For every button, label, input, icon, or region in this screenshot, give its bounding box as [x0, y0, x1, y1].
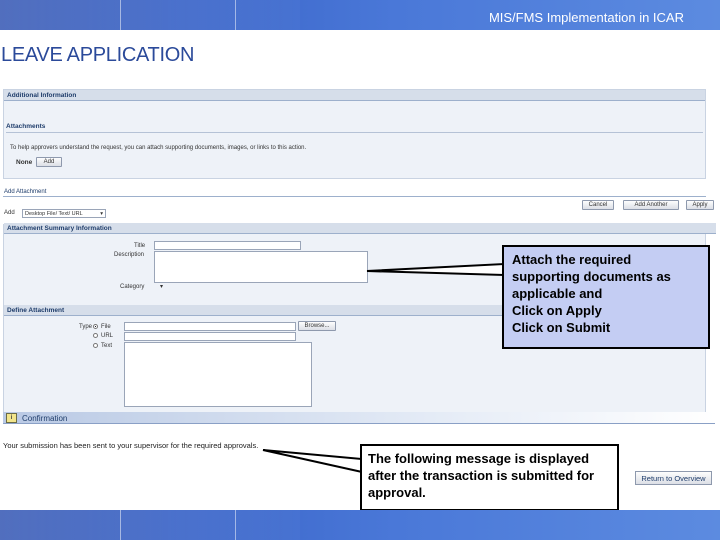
add-label: Add [4, 210, 15, 216]
return-to-overview-button[interactable]: Return to Overview [635, 471, 712, 485]
chevron-down-icon: ▾ [100, 211, 103, 217]
banner-divider [120, 0, 121, 30]
attachment-type-value: Desktop File/ Text/ URL [25, 211, 83, 217]
type-url-radio[interactable] [93, 333, 98, 338]
add-attachment-title: Add Attachment [4, 189, 47, 195]
divider [3, 196, 706, 197]
additional-information-panel: Additional Information Attachments To he… [3, 89, 706, 179]
add-attachment-button[interactable]: Add [36, 157, 62, 167]
callout-text: after the transaction is submitted for [368, 468, 595, 483]
title-label: Title [134, 243, 146, 249]
none-label: None [16, 159, 33, 166]
callout-text: approval. [368, 485, 426, 500]
attachments-title: Attachments [6, 123, 46, 130]
attachment-summary-header: Attachment Summary Information [4, 223, 716, 234]
callout-text: applicable and [512, 286, 603, 301]
bottom-banner [0, 510, 720, 540]
description-textarea[interactable] [154, 251, 368, 283]
callout-text: Click on Apply [512, 303, 602, 318]
cancel-button[interactable]: Cancel [582, 200, 614, 210]
title-input[interactable] [154, 241, 301, 250]
apply-button[interactable]: Apply [686, 200, 714, 210]
banner-divider [235, 510, 236, 540]
text-textarea[interactable] [124, 342, 312, 407]
category-label: Category [120, 284, 145, 290]
attachment-type-select[interactable]: Desktop File/ Text/ URL ▾ [22, 209, 106, 218]
callout-text: Attach the required [512, 252, 632, 267]
attach-instructions-callout: Attach the required supporting documents… [502, 245, 710, 349]
chevron-down-icon[interactable]: ▾ [160, 283, 163, 290]
file-option-label: File [101, 324, 111, 330]
top-banner: MIS/FMS Implementation in ICAR [0, 0, 720, 30]
banner-divider [120, 510, 121, 540]
confirmation-header: i Confirmation [3, 412, 715, 424]
file-path-input[interactable] [124, 322, 296, 331]
add-another-button[interactable]: Add Another [623, 200, 679, 210]
banner-decoration [0, 510, 300, 540]
banner-title: MIS/FMS Implementation in ICAR [488, 10, 684, 25]
info-notice-icon: i [6, 413, 17, 423]
attachments-help-text: To help approvers understand the request… [10, 145, 307, 151]
banner-decoration [0, 0, 300, 30]
define-attachment-header: Define Attachment [4, 305, 504, 316]
text-option-label: Text [101, 343, 113, 349]
type-text-radio[interactable] [93, 343, 98, 348]
url-option-label: URL [101, 333, 114, 339]
callout-text: supporting documents as [512, 269, 671, 284]
additional-information-header: Additional Information [4, 90, 705, 101]
callout-text: The following message is displayed [368, 451, 590, 466]
type-label: Type [79, 324, 93, 330]
type-file-radio[interactable] [93, 324, 98, 329]
page-title: LEAVE APPLICATION [1, 44, 195, 66]
banner-divider [235, 0, 236, 30]
confirmation-message-callout: The following message is displayed after… [360, 444, 619, 511]
divider [6, 132, 703, 133]
browse-button[interactable]: Browse... [298, 321, 336, 331]
url-input[interactable] [124, 332, 296, 341]
description-label: Description [114, 252, 145, 258]
confirmation-title: Confirmation [22, 414, 68, 423]
confirmation-message: Your submission has been sent to your su… [3, 441, 259, 450]
callout-text: Click on Submit [512, 320, 611, 335]
